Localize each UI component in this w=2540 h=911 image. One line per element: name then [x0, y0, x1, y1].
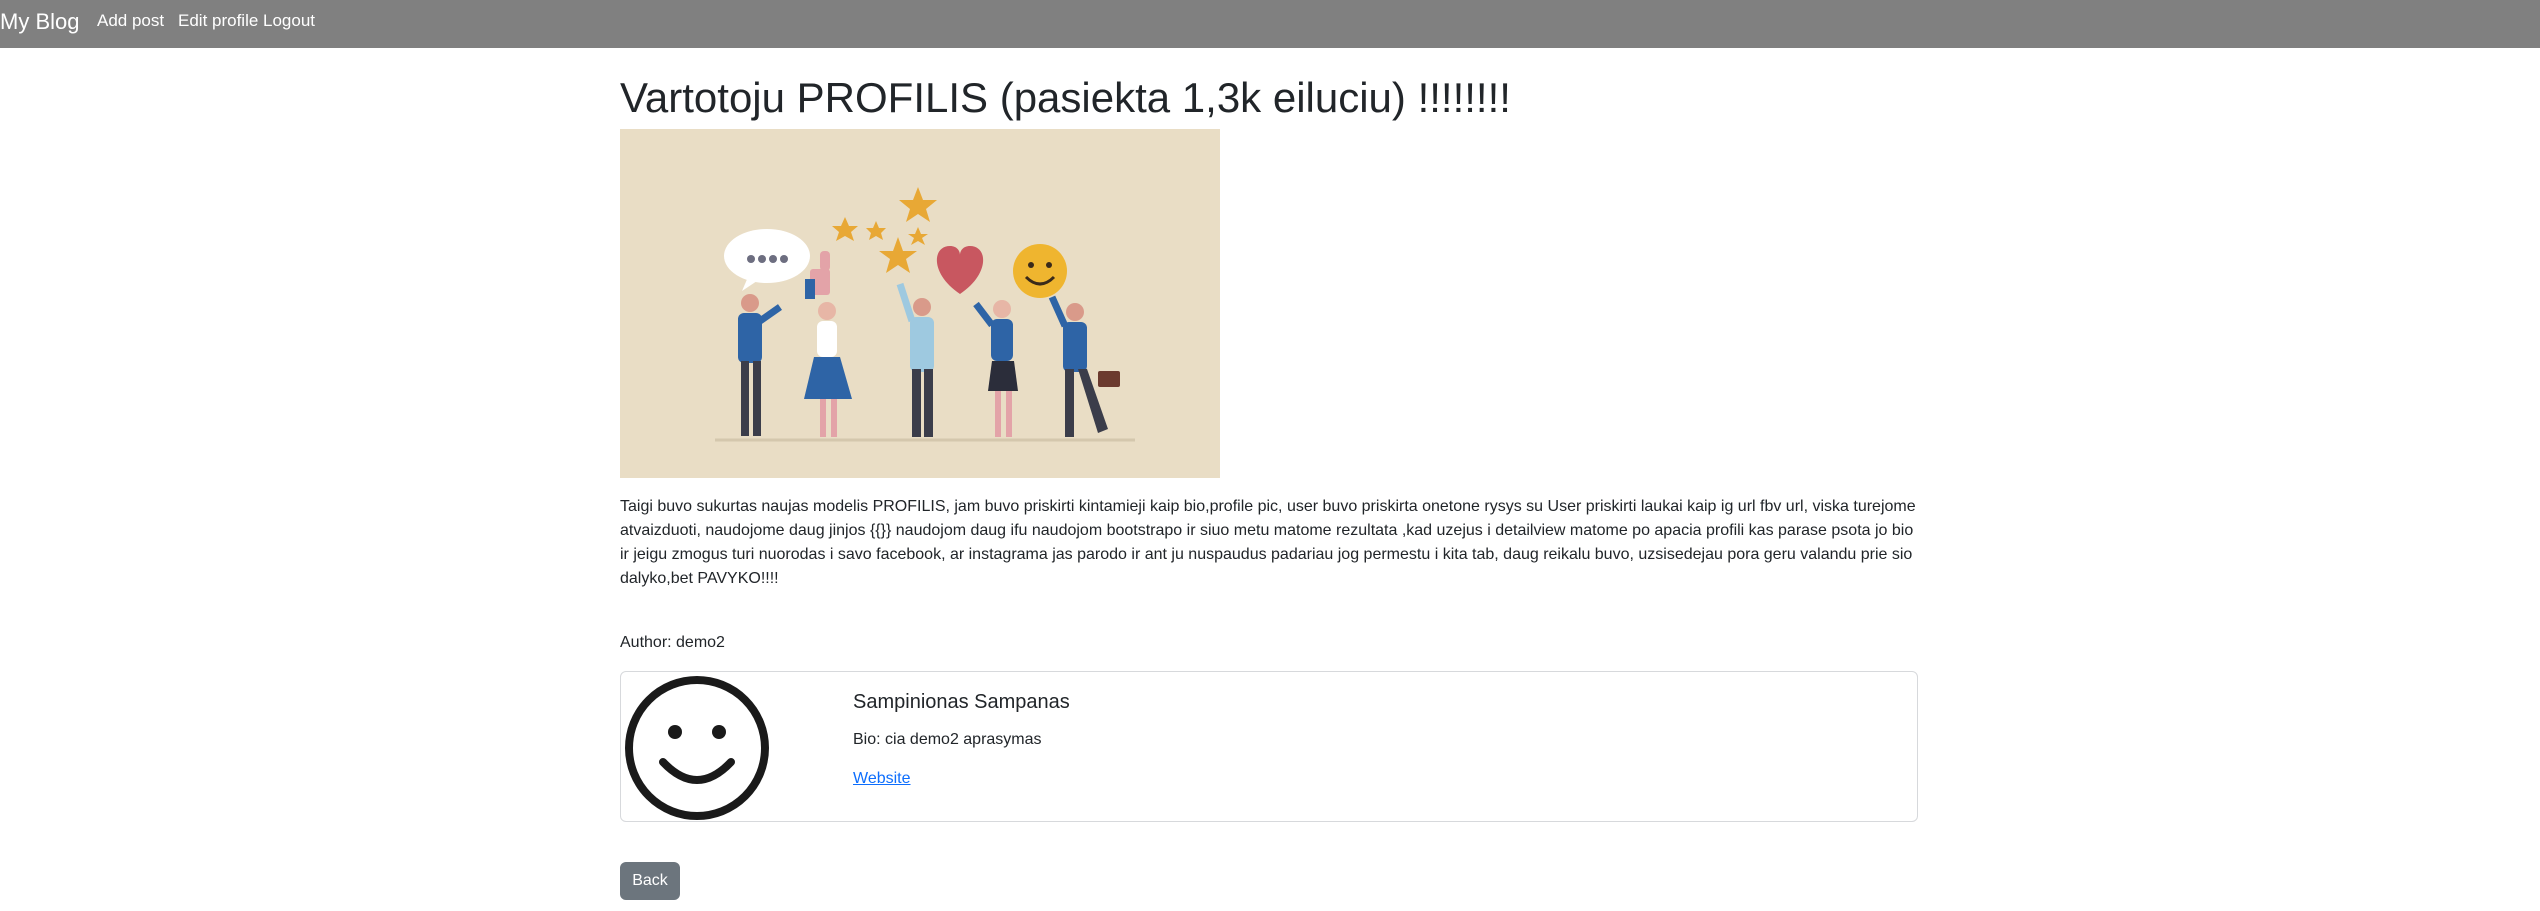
people-feedback-illustration: [620, 129, 1220, 478]
nav-add-post[interactable]: Add post: [97, 10, 164, 32]
page-title: Vartotoju PROFILIS (pasiekta 1,3k eiluci…: [620, 74, 1511, 121]
profile-bio: Bio: cia demo2 aprasymas: [853, 731, 1042, 748]
post-body: Taigi buvo sukurtas naujas modelis PROFI…: [620, 498, 1916, 587]
post-image: [620, 129, 1220, 478]
back-button[interactable]: Back: [620, 862, 680, 900]
post-author: Author: demo2: [620, 634, 725, 651]
profile-card: Sampinionas Sampanas Bio: cia demo2 apra…: [620, 671, 1918, 822]
smiley-face-icon: [623, 674, 771, 822]
nav-logout[interactable]: Logout: [263, 10, 315, 32]
navbar: My Blog Add post Edit profile Logout: [0, 0, 2540, 48]
profile-website-link[interactable]: Website: [853, 768, 911, 790]
nav-edit-profile[interactable]: Edit profile: [178, 10, 258, 32]
profile-name: Sampinionas Sampanas: [853, 691, 1070, 713]
brand-link[interactable]: My Blog: [0, 8, 79, 36]
